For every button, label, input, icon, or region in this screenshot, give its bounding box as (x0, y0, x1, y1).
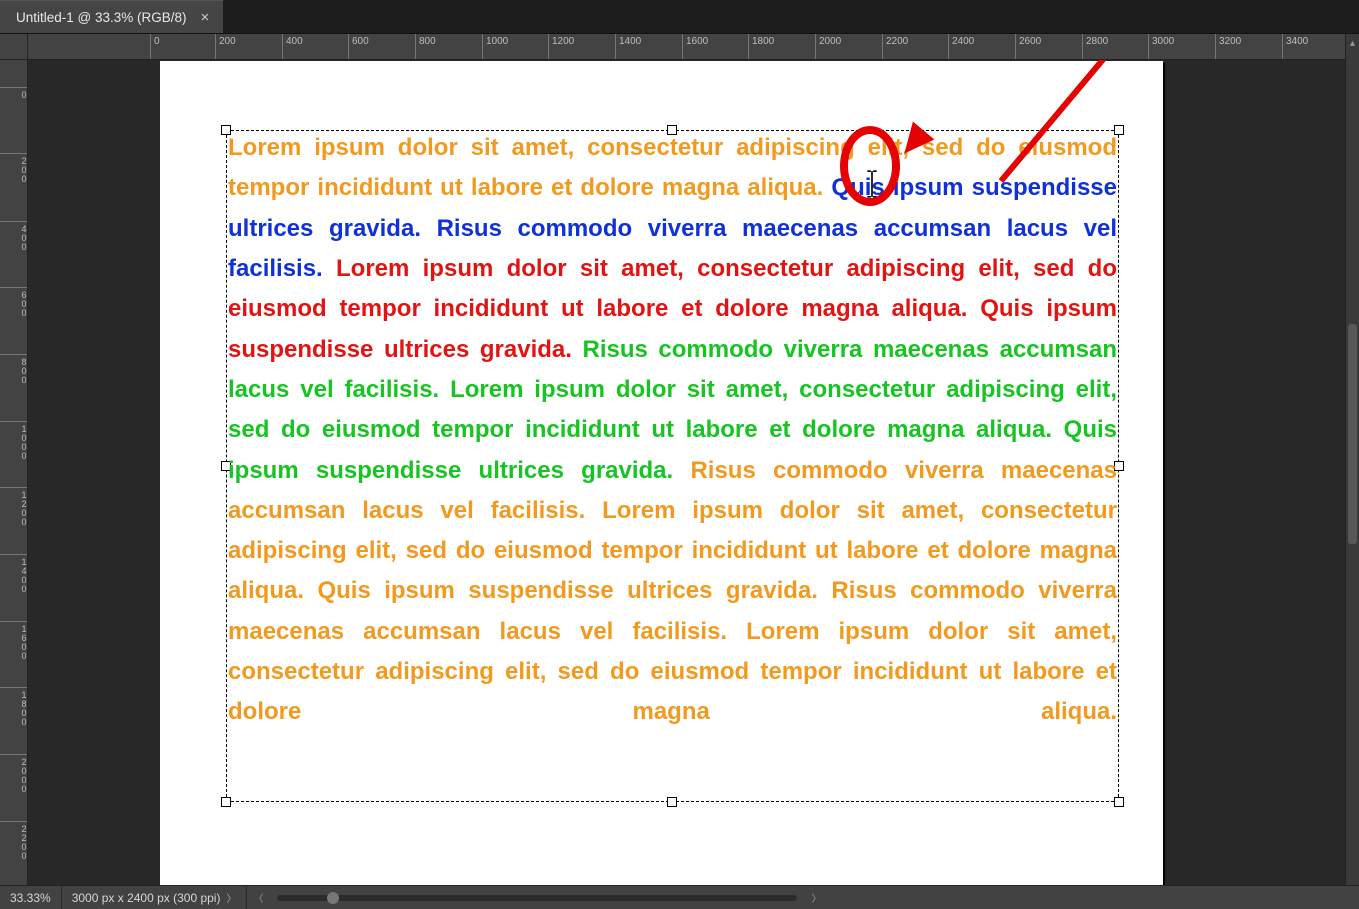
ruler-v-tick: 1600 (0, 621, 27, 660)
document-canvas[interactable]: Lorem ipsum dolor sit amet, consectetur … (160, 61, 1163, 885)
horizontal-ruler[interactable]: 0 200 400 600 800 1000 1200 1400 1600 1800 2000 220… (28, 34, 1345, 60)
ruler-h-tick: 0 (150, 34, 160, 59)
canvas-viewport[interactable]: Lorem ipsum dolor sit amet, consectetur … (28, 60, 1345, 885)
ruler-h-tick: 400 (282, 34, 303, 59)
ruler-h-tick: 800 (415, 34, 436, 59)
resize-handle-bm[interactable] (667, 797, 677, 807)
status-bar: 33.33% 3000 px x 2400 px (300 ppi) 〉 〈 〉 (0, 885, 1359, 909)
document-dimensions[interactable]: 3000 px x 2400 px (300 ppi) 〉 (62, 886, 248, 909)
vertical-scroll-thumb[interactable] (1348, 324, 1357, 544)
ruler-h-tick: 1400 (615, 34, 641, 59)
scroll-right-arrow-icon[interactable]: 〉 (805, 890, 827, 905)
ruler-v-tick: 1200 (0, 487, 27, 526)
ruler-v-tick: 200 (0, 153, 27, 183)
resize-handle-br[interactable] (1114, 797, 1124, 807)
ruler-h-tick: 1200 (548, 34, 574, 59)
scroll-left-arrow-icon[interactable]: 〈 (247, 890, 269, 905)
text-segment: Risus commodo viverra maecenas accumsan … (228, 457, 1117, 726)
zoom-value: 33.33% (10, 891, 51, 905)
ruler-h-tick: 2200 (882, 34, 908, 59)
ruler-v-tick: 2000 (0, 754, 27, 793)
dimensions-value: 3000 px x 2400 px (300 ppi) (72, 891, 221, 905)
ruler-h-tick: 1800 (748, 34, 774, 59)
ruler-h-tick: 2000 (815, 34, 841, 59)
ruler-v-tick: 800 (0, 354, 27, 384)
ruler-v-tick: 0 (0, 87, 27, 99)
ruler-h-tick: 200 (215, 34, 236, 59)
ruler-h-tick: 3200 (1215, 34, 1241, 59)
chevron-right-icon[interactable]: 〉 (226, 890, 236, 905)
ruler-h-tick: 2800 (1082, 34, 1108, 59)
document-tab[interactable]: Untitled-1 @ 33.3% (RGB/8) × (0, 0, 223, 33)
horizontal-scroll-thumb[interactable] (327, 892, 339, 904)
ruler-v-tick: 2200 (0, 821, 27, 860)
document-tab-bar: Untitled-1 @ 33.3% (RGB/8) × (0, 0, 1359, 34)
ruler-v-tick: 1400 (0, 554, 27, 593)
resize-handle-bl[interactable] (221, 797, 231, 807)
document-tab-title: Untitled-1 @ 33.3% (RGB/8) (16, 10, 187, 25)
ruler-v-tick: 400 (0, 221, 27, 251)
vertical-scrollbar[interactable]: ▴ (1345, 34, 1359, 885)
ruler-h-tick: 3000 (1148, 34, 1174, 59)
vertical-ruler[interactable]: 0 200 400 600 800 1000 1200 1400 1600 1800 2000 220… (0, 60, 28, 885)
ruler-v-tick: 600 (0, 287, 27, 317)
ruler-origin[interactable] (0, 34, 28, 60)
close-icon[interactable]: × (197, 9, 214, 26)
ruler-h-tick: 1600 (682, 34, 708, 59)
ruler-v-tick: 1800 (0, 687, 27, 726)
text-content[interactable]: Lorem ipsum dolor sit amet, consectetur … (228, 128, 1117, 733)
ruler-h-tick: 1000 (482, 34, 508, 59)
horizontal-scrollbar[interactable] (277, 895, 797, 901)
ruler-h-tick: 2600 (1015, 34, 1041, 59)
ruler-v-tick: 1000 (0, 421, 27, 460)
zoom-level[interactable]: 33.33% (0, 886, 62, 909)
scroll-up-arrow-icon[interactable]: ▴ (1346, 38, 1359, 49)
work-area: 0200400600800100012001400160018002000220… (0, 34, 1359, 885)
ruler-h-tick: 600 (348, 34, 369, 59)
ruler-h-tick: 2400 (948, 34, 974, 59)
ruler-h-tick: 3400 (1282, 34, 1308, 59)
